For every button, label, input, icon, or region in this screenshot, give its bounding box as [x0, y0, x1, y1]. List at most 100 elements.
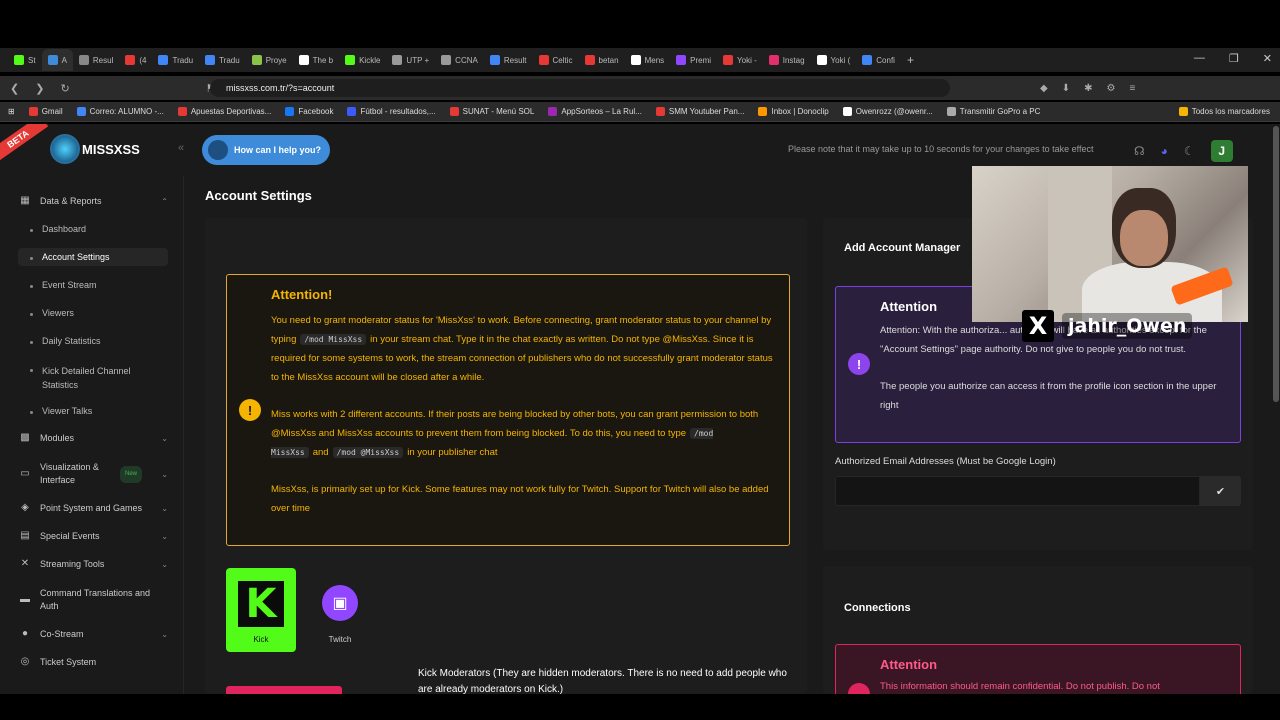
bookmark-label: SUNAT - Menú SOL	[462, 107, 535, 116]
collapse-sidebar-icon[interactable]: «	[178, 142, 184, 154]
browser-tab-label: (4	[139, 55, 147, 65]
warning-icon: !	[239, 399, 261, 421]
sidebar-item-visualization[interactable]: ▭ Visualization & Interface New ⌄	[20, 461, 170, 487]
browser-tab[interactable]: A	[41, 49, 73, 71]
download-icon[interactable]: ⬇	[1062, 83, 1070, 94]
sidebar-item-streaming-tools[interactable]: ✕ Streaming Tools ⌄	[20, 559, 170, 570]
logo-text[interactable]: MISSXSS	[82, 142, 140, 157]
scrollbar-thumb[interactable]	[1273, 126, 1279, 402]
bookmark-item[interactable]: Correo: ALUMNO -...	[76, 107, 164, 116]
help-button[interactable]: How can I help you?	[202, 135, 330, 165]
sidebar-item-event-stream[interactable]: Event Stream	[18, 276, 168, 294]
bookmark-item[interactable]: Apuestas Deportivas...	[177, 107, 271, 116]
confirm-email-button[interactable]: ✔	[1200, 476, 1241, 506]
sidebar-section-data-reports[interactable]: ▦ Data & Reports ⌃	[20, 196, 170, 207]
browser-tab[interactable]: The b	[293, 49, 339, 71]
social-handle-overlay: X jahir_Owen	[1022, 310, 1193, 342]
social-handle: jahir_Owen	[1062, 313, 1193, 339]
browser-tab-strip: St A Resul (4 Tradu Tradu Proye The b Kickle UTP …	[0, 48, 1280, 72]
sidebar-item-kick-detailed-statistics[interactable]: Kick Detailed Channel Statistics	[18, 360, 148, 396]
discord-icon[interactable]: ◕	[1161, 144, 1168, 158]
reload-icon[interactable]: ↻	[60, 82, 69, 95]
favicon-icon	[441, 55, 452, 65]
all-bookmarks[interactable]: Todos los marcadores	[1178, 107, 1280, 116]
back-icon[interactable]: ❮	[10, 82, 19, 95]
chevron-down-icon: ⌄	[161, 503, 168, 513]
bookmark-item[interactable]: Fútbol - resultados,...	[347, 107, 436, 116]
bookmark-item[interactable]: SMM Youtuber Pan...	[655, 107, 744, 116]
kick-platform-button[interactable]: K Kick	[226, 568, 296, 652]
browser-tab[interactable]: Kickle	[339, 49, 386, 71]
page-scrollbar[interactable]	[1272, 124, 1280, 694]
menu-icon[interactable]: ≡	[1129, 83, 1135, 94]
bookmark-item[interactable]: Inbox | Donoclip	[758, 107, 829, 116]
browser-tab-label: St	[28, 55, 36, 65]
bookmark-item[interactable]: Transmitir GoPro a PC	[946, 107, 1040, 116]
sidebar-item-daily-statistics[interactable]: Daily Statistics	[18, 332, 168, 350]
browser-tab[interactable]: Instag	[763, 49, 811, 71]
browser-tab-label: Resul	[92, 55, 114, 65]
bookmark-item[interactable]: Gmail	[28, 107, 63, 116]
browser-tab[interactable]: Celtic	[533, 49, 579, 71]
forward-icon[interactable]: ❯	[35, 82, 44, 95]
bookmark-item[interactable]: AppSorteos – La Rul...	[548, 107, 642, 116]
save-notice: Please note that it may take up to 10 se…	[788, 144, 1094, 154]
browser-tab[interactable]: Yoki (	[811, 49, 857, 71]
sidebar-item-modules[interactable]: ▩ Modules ⌄	[20, 433, 170, 444]
sidebar-item-viewer-talks[interactable]: Viewer Talks	[18, 402, 168, 420]
favicon-icon	[538, 55, 549, 65]
browser-tab[interactable]: Mens	[625, 49, 671, 71]
minimize-icon[interactable]: —	[1194, 52, 1205, 65]
header-icons: ☊ ◕ ☾ J	[1134, 140, 1233, 162]
browser-tab[interactable]: (4	[119, 49, 152, 71]
favicon-icon	[584, 55, 595, 65]
twitch-platform-button[interactable]: ▣ Twitch	[305, 568, 375, 652]
x-logo-icon: X	[1022, 310, 1054, 342]
browser-tab[interactable]: Yoki -	[717, 49, 763, 71]
browser-tab[interactable]: Tradu	[152, 49, 199, 71]
bookmark-item[interactable]: Owenrozz (@owenr...	[842, 107, 933, 116]
browser-tab[interactable]: Confi	[856, 49, 901, 71]
sidebar-item-command-translations[interactable]: ▬ Command Translations and Auth	[20, 587, 170, 613]
info-icon: !	[848, 353, 870, 375]
browser-tab-label: A	[61, 55, 67, 65]
new-tab-button[interactable]: +	[901, 49, 920, 71]
user-avatar[interactable]: J	[1210, 140, 1233, 162]
headset-icon[interactable]: ☊	[1134, 144, 1145, 158]
browser-tab[interactable]: Resul	[73, 49, 119, 71]
sidebar-item-co-stream[interactable]: ● Co-Stream ⌄	[20, 629, 170, 640]
puzzle-icon[interactable]: ✱	[1084, 83, 1092, 94]
browser-tab[interactable]: Tradu	[199, 49, 246, 71]
extension-icon[interactable]: ◆	[1040, 83, 1048, 94]
browser-tab[interactable]: Proye	[246, 49, 293, 71]
sidebar-item-dashboard[interactable]: Dashboard	[18, 220, 168, 238]
sidebar-item-ticket-system[interactable]: ◎ Ticket System	[20, 657, 170, 668]
sidebar-item-viewers[interactable]: Viewers	[18, 304, 168, 322]
favicon-icon	[76, 107, 86, 116]
calendar-icon: ▤	[20, 530, 30, 541]
bookmark-item[interactable]: SUNAT - Menú SOL	[449, 107, 535, 116]
connect-button[interactable]	[226, 686, 342, 694]
apps-icon[interactable]: ⊞	[8, 107, 15, 116]
email-input[interactable]	[835, 476, 1200, 506]
url-field[interactable]: missxss.com.tr/?s=account	[210, 79, 950, 97]
favicon-icon	[251, 55, 262, 65]
logo-icon[interactable]	[50, 134, 80, 164]
browser-tab[interactable]: betan	[579, 49, 625, 71]
bookmark-item[interactable]: Facebook	[285, 107, 333, 116]
favicon-icon	[758, 107, 768, 116]
sidebar-item-account-settings[interactable]: Account Settings	[18, 248, 168, 266]
browser-tab[interactable]: Result	[484, 49, 533, 71]
browser-tab[interactable]: UTP +	[386, 49, 435, 71]
sidebar-item-special-events[interactable]: ▤ Special Events ⌄	[20, 530, 170, 542]
sidebar-item-point-system[interactable]: ◈ Point System and Games ⌄	[20, 503, 170, 514]
close-icon[interactable]: ✕	[1263, 52, 1272, 65]
settings-icon[interactable]: ⚙	[1106, 83, 1115, 94]
sidebar-item-label: Point System and Games	[40, 503, 143, 513]
browser-tab[interactable]: CCNA	[435, 49, 484, 71]
browser-tab[interactable]: Premi	[670, 49, 717, 71]
maximize-icon[interactable]: ❐	[1229, 52, 1239, 65]
browser-tab[interactable]: St	[8, 49, 42, 71]
theme-toggle-icon[interactable]: ☾	[1184, 144, 1195, 158]
favicon-icon	[345, 55, 356, 65]
